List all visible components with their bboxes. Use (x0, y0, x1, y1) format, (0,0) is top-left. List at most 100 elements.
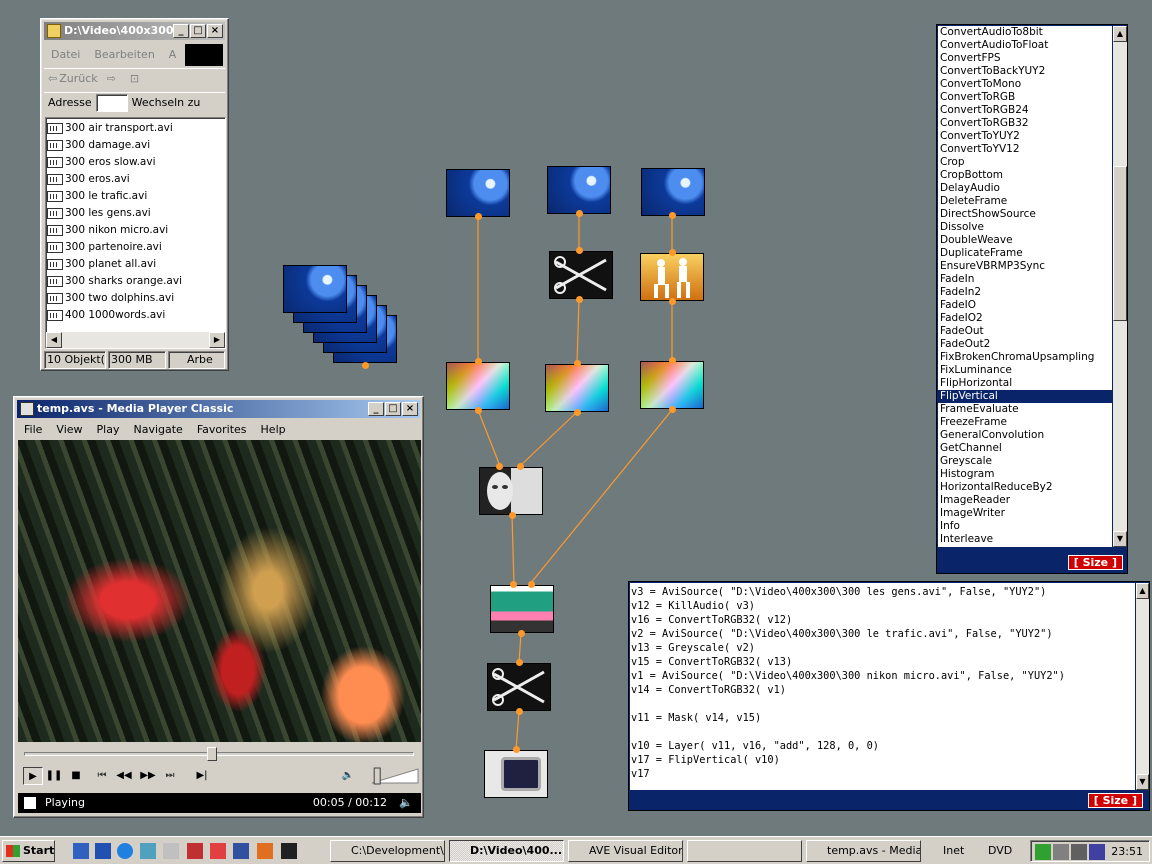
filter-item[interactable]: EnsureVBRMP3Sync (938, 260, 1112, 273)
player-close-button[interactable]: × (402, 402, 418, 416)
filter-item[interactable]: Crop (938, 156, 1112, 169)
volume-slider[interactable] (370, 767, 420, 785)
next-button[interactable]: ⏭ (160, 767, 180, 785)
app-icon-8[interactable] (233, 843, 249, 859)
filter-item[interactable]: CropBottom (938, 169, 1112, 182)
filter-item[interactable]: FixLuminance (938, 364, 1112, 377)
convert-rgb32-node-1[interactable] (446, 362, 510, 410)
maximize-button[interactable]: □ (190, 24, 206, 38)
filter-item[interactable]: FlipHorizontal (938, 377, 1112, 390)
menu-play[interactable]: Play (90, 423, 127, 436)
filter-item[interactable]: GeneralConvolution (938, 429, 1112, 442)
filter-item[interactable]: FadeIn2 (938, 286, 1112, 299)
up-folder-icon[interactable]: ⊡ (123, 72, 146, 85)
script-size-button[interactable]: [ Size ] (1087, 793, 1143, 808)
filter-item[interactable]: DuplicateFrame (938, 247, 1112, 260)
task-video-folder[interactable]: D:\Video\400... (449, 840, 564, 862)
file-list-item[interactable]: 300 two dolphins.avi (46, 290, 225, 307)
filter-item[interactable]: Dissolve (938, 221, 1112, 234)
filter-item[interactable]: ConvertToRGB (938, 91, 1112, 104)
filter-item[interactable]: ConvertToYUY2 (938, 130, 1112, 143)
filter-item[interactable]: ImageReader (938, 494, 1112, 507)
filter-item[interactable]: FadeOut (938, 325, 1112, 338)
layer-node[interactable] (490, 585, 554, 633)
go-button[interactable]: Wechseln zu (128, 96, 205, 109)
filter-item[interactable]: ConvertToRGB32 (938, 117, 1112, 130)
filter-item[interactable]: FadeIO (938, 299, 1112, 312)
address-dropdown[interactable] (95, 93, 128, 112)
avisource-node-2[interactable] (547, 166, 611, 214)
convert-rgb32-node-2[interactable] (545, 364, 609, 412)
filter-item[interactable]: ImageWriter (938, 507, 1112, 520)
back-button[interactable]: Zurück (57, 72, 99, 85)
scroll-right-button[interactable]: ▶ (209, 332, 225, 348)
menu-bearbeiten[interactable]: Bearbeiten (87, 48, 161, 61)
video-frame[interactable] (18, 440, 421, 742)
menu-file[interactable]: File (17, 423, 49, 436)
player-minimize-button[interactable]: _ (368, 402, 384, 416)
minimize-button[interactable]: _ (173, 24, 189, 38)
killaudio-node[interactable] (549, 251, 613, 299)
app-icon-5[interactable] (163, 843, 179, 859)
filter-item[interactable]: DirectShowSource (938, 208, 1112, 221)
convert-rgb32-node-3[interactable] (640, 361, 704, 409)
file-list-item[interactable]: 300 sharks orange.avi (46, 273, 225, 290)
toolbar-dvd[interactable]: DVD (988, 844, 1012, 857)
app-icon-9[interactable] (257, 843, 273, 859)
menu-datei[interactable]: Datei (44, 48, 87, 61)
file-list-item[interactable]: 300 air transport.avi (46, 120, 225, 137)
speaker-icon[interactable]: 🔈 (338, 767, 358, 785)
prev-button[interactable]: ⏮ (92, 767, 112, 785)
pause-button[interactable]: ❚❚ (44, 767, 64, 785)
script-scroll-up[interactable]: ▲ (1136, 583, 1149, 599)
menu-view[interactable]: View (49, 423, 89, 436)
avisource-node-1[interactable] (446, 169, 510, 217)
horizontal-scrollbar[interactable]: ◀ ▶ (46, 332, 225, 348)
forward-button[interactable]: ▶▶ (138, 767, 158, 785)
tray-icon-3[interactable] (1071, 844, 1087, 860)
player-maximize-button[interactable]: □ (385, 402, 401, 416)
menu-navigate[interactable]: Navigate (126, 423, 189, 436)
stop-button[interactable]: ■ (66, 767, 86, 785)
filter-item[interactable]: ConvertToRGB24 (938, 104, 1112, 117)
app-icon-10[interactable] (281, 843, 297, 859)
outlook-icon[interactable] (95, 843, 111, 859)
filter-item[interactable]: FadeOut2 (938, 338, 1112, 351)
filter-item[interactable]: HorizontalReduceBy2 (938, 481, 1112, 494)
output-node[interactable] (484, 750, 548, 798)
tray-icon-1[interactable] (1035, 844, 1051, 860)
file-list-item[interactable]: 300 nikon micro.avi (46, 222, 225, 239)
filter-item[interactable]: FadeIO2 (938, 312, 1112, 325)
mute-icon[interactable]: 🔈 (399, 793, 413, 813)
app-icon-7[interactable] (210, 843, 226, 859)
seek-thumb[interactable] (207, 747, 218, 761)
filter-item[interactable]: Info (938, 520, 1112, 533)
rewind-button[interactable]: ◀◀ (114, 767, 134, 785)
file-list-item[interactable]: 300 eros.avi (46, 171, 225, 188)
filter-item[interactable]: Greyscale (938, 455, 1112, 468)
filter-item[interactable]: ConvertAudioTo8bit (938, 26, 1112, 39)
app-icon-6[interactable] (187, 843, 203, 859)
file-list-item[interactable]: 300 eros slow.avi (46, 154, 225, 171)
mask-node[interactable] (479, 467, 543, 515)
file-list-item[interactable]: 300 partenoire.avi (46, 239, 225, 256)
filter-item[interactable]: ConvertAudioToFloat (938, 39, 1112, 52)
desktop-icon[interactable] (73, 843, 89, 859)
filter-list[interactable]: ConvertAudioTo8bit ConvertAudioToFloat Con… (938, 26, 1112, 547)
scroll-left-button[interactable]: ◀ (46, 332, 62, 348)
filter-item[interactable]: DelayAudio (938, 182, 1112, 195)
frame-step-button[interactable]: ▶| (192, 767, 212, 785)
task-blank[interactable] (687, 840, 802, 862)
task-development[interactable]: C:\Development\... (330, 840, 445, 862)
file-list-item[interactable]: 300 les gens.avi (46, 205, 225, 222)
filter-item[interactable]: ConvertToBackYUY2 (938, 65, 1112, 78)
filter-item[interactable]: FixBrokenChromaUpsampling (938, 351, 1112, 364)
filter-item[interactable]: DeleteFrame (938, 195, 1112, 208)
tray-icon-4[interactable] (1089, 844, 1105, 860)
filter-item[interactable]: ConvertFPS (938, 52, 1112, 65)
back-arrow-icon[interactable]: ⇦ (44, 72, 57, 85)
filter-size-button[interactable]: [ Size ] (1067, 555, 1123, 570)
ie-icon[interactable] (117, 843, 133, 859)
filter-item[interactable]: Interleave (938, 533, 1112, 546)
volume-icon[interactable] (1053, 844, 1069, 860)
